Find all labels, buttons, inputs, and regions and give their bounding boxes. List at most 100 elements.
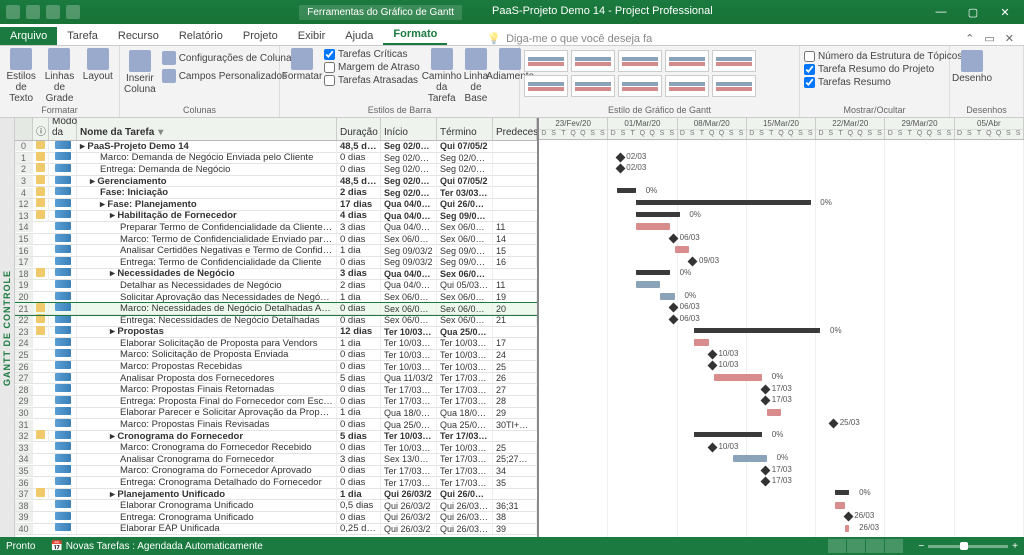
row-name[interactable]: Entrega: Termo de Confidencialidade da C… <box>77 257 337 268</box>
collapse-ribbon-icon[interactable]: ⌃ <box>965 32 974 45</box>
col-name[interactable]: Nome da Tarefa▾ <box>77 118 337 140</box>
row-finish[interactable]: Seg 02/03/20 <box>437 164 493 174</box>
row-name[interactable]: Detalhar as Necessidades de Negócio <box>77 280 337 291</box>
gantt-chart[interactable]: 23/Fev/20DSTQQSS01/Mar/20DSTQQSS08/Mar/2… <box>539 118 1024 537</box>
row-finish[interactable]: Seg 09/03/20 <box>437 257 493 267</box>
row-finish[interactable]: Sex 06/03/20 <box>437 222 493 232</box>
row-start[interactable]: Ter 10/03/20 <box>381 362 437 372</box>
layout-button[interactable]: Layout <box>81 48 115 82</box>
tab-file[interactable]: Arquivo <box>0 27 57 45</box>
gantt-style-option[interactable] <box>712 75 756 97</box>
row-predecessors[interactable]: 25 <box>493 362 537 372</box>
row-predecessors[interactable]: 25;27TT;33 <box>493 454 537 464</box>
text-styles-button[interactable]: Estilos de Texto <box>4 48 38 104</box>
row-duration[interactable]: 0,25 dias <box>337 523 381 534</box>
row-duration[interactable]: 3 dias <box>337 222 381 233</box>
save-icon[interactable] <box>6 5 20 19</box>
row-predecessors[interactable]: 24 <box>493 350 537 360</box>
row-start[interactable]: Qua 04/03/2 <box>381 269 437 279</box>
row-finish[interactable]: Sex 06/03/20 <box>437 269 493 279</box>
summary-bar[interactable] <box>636 212 680 217</box>
row-name[interactable]: Fase: Iniciação <box>77 187 337 198</box>
tab-project[interactable]: Projeto <box>233 27 288 45</box>
critical-tasks-checkbox[interactable]: Tarefas Críticas <box>324 48 420 61</box>
row-duration[interactable]: 12 dias <box>337 326 381 337</box>
row-start[interactable]: Ter 10/03/20 <box>381 443 437 453</box>
maximize-icon[interactable]: ▢ <box>958 2 988 22</box>
table-row[interactable]: 1Marco: Demanda de Negócio Enviada pelo … <box>15 153 537 165</box>
gantt-style-option[interactable] <box>712 50 756 72</box>
row-start[interactable]: Qua 18/03/2 <box>381 408 437 418</box>
row-predecessors[interactable]: 25 <box>493 443 537 453</box>
table-row[interactable]: 21Marco: Necessidades de Negócio Detalha… <box>15 303 537 315</box>
row-name[interactable]: Entrega: Cronograma Unificado <box>77 512 337 523</box>
col-mode[interactable]: Modo da <box>49 118 77 140</box>
row-finish[interactable]: Qui 07/05/2 <box>437 141 493 151</box>
row-predecessors[interactable]: 36;31 <box>493 501 537 511</box>
tab-resource[interactable]: Recurso <box>108 27 169 45</box>
row-name[interactable]: ▸ Cronograma do Fornecedor <box>77 431 337 442</box>
row-start[interactable]: Ter 10/03/20 <box>381 431 437 441</box>
row-name[interactable]: Marco: Propostas Finais Revisadas <box>77 419 337 430</box>
format-button[interactable]: Formatar <box>284 48 320 82</box>
task-bar[interactable] <box>835 502 845 509</box>
table-row[interactable]: 27Analisar Proposta dos Fornecedores5 di… <box>15 373 537 385</box>
table-row[interactable]: 13▸ Habilitação de Fornecedor4 diasQua 0… <box>15 211 537 223</box>
table-row[interactable]: 23▸ Propostas12 diasTer 10/03/20Qua 25/0… <box>15 327 537 339</box>
row-duration[interactable]: 2 dias <box>337 280 381 291</box>
summary-bar[interactable] <box>694 328 820 333</box>
row-start[interactable]: Qua 04/03/2 <box>381 280 437 290</box>
row-finish[interactable]: Qui 26/03/20 <box>437 512 493 522</box>
tab-report[interactable]: Relatório <box>169 27 233 45</box>
row-duration[interactable]: 0 dias <box>337 512 381 523</box>
row-start[interactable]: Sex 06/03/20 <box>381 304 437 314</box>
summary-bar[interactable] <box>694 432 762 437</box>
tab-task[interactable]: Tarefa <box>57 27 108 45</box>
summary-bar[interactable] <box>636 270 670 275</box>
row-duration[interactable]: 4 dias <box>337 210 381 221</box>
task-bar[interactable] <box>845 525 850 532</box>
table-row[interactable]: 38Elaborar Cronograma Unificado0,5 diasQ… <box>15 500 537 512</box>
row-name[interactable]: Elaborar Cronograma Unificado <box>77 500 337 511</box>
row-duration[interactable]: 5 dias <box>337 431 381 442</box>
row-name[interactable]: Marco: Propostas Recebidas <box>77 361 337 372</box>
row-finish[interactable]: Ter 17/03/20 <box>437 454 493 464</box>
row-start[interactable]: Qui 26/03/2 <box>381 501 437 511</box>
row-duration[interactable]: 0 dias <box>337 396 381 407</box>
col-finish[interactable]: Término <box>437 118 493 140</box>
task-bar[interactable] <box>636 223 670 230</box>
task-bar[interactable] <box>733 455 767 462</box>
insert-column-button[interactable]: Inserir Coluna <box>124 50 156 95</box>
baseline-button[interactable]: Linha de Base <box>464 48 488 104</box>
table-row[interactable]: 34Analisar Cronograma do Fornecedor3 dia… <box>15 454 537 466</box>
row-name[interactable]: Elaborar Parecer e Solicitar Aprovação d… <box>77 407 337 418</box>
project-summary-checkbox[interactable]: Tarefa Resumo do Projeto <box>804 63 962 76</box>
summary-bar[interactable] <box>617 188 636 193</box>
row-name[interactable]: Entrega: Necessidades de Negócio Detalha… <box>77 315 337 326</box>
table-row[interactable]: 39Entrega: Cronograma Unificado0 diasQui… <box>15 512 537 524</box>
row-name[interactable]: ▸ PaaS-Projeto Demo 14 <box>77 141 337 152</box>
row-predecessors[interactable]: 38 <box>493 512 537 522</box>
row-start[interactable]: Qua 04/03/2 <box>381 199 437 209</box>
row-start[interactable]: Ter 10/03/20 <box>381 327 437 337</box>
row-finish[interactable]: Ter 17/03/20 <box>437 478 493 488</box>
table-row[interactable]: 4Fase: Iniciação2 diasSeg 02/03/2Ter 03/… <box>15 187 537 199</box>
qat-dropdown-icon[interactable] <box>66 5 80 19</box>
slack-checkbox[interactable]: Margem de Atraso <box>324 61 420 74</box>
row-predecessors[interactable]: 19 <box>493 292 537 302</box>
row-finish[interactable]: Ter 17/03/20 <box>437 431 493 441</box>
row-duration[interactable]: 0 dias <box>337 315 381 326</box>
row-start[interactable]: Sex 13/03/20 <box>381 454 437 464</box>
summary-bar[interactable] <box>636 200 811 205</box>
row-duration[interactable]: 1 dia <box>337 407 381 418</box>
gridlines-button[interactable]: Linhas de Grade <box>42 48 76 104</box>
undo-icon[interactable] <box>26 5 40 19</box>
row-finish[interactable]: Qua 25/03/2 <box>437 327 493 337</box>
row-finish[interactable]: Qua 18/03/20 <box>437 408 493 418</box>
table-row[interactable]: 14Preparar Termo de Confidencialidade da… <box>15 222 537 234</box>
row-predecessors[interactable]: 14 <box>493 234 537 244</box>
row-name[interactable]: ▸ Necessidades de Negócio <box>77 268 337 279</box>
close-subwindow-icon[interactable]: ✕ <box>1005 32 1014 45</box>
row-finish[interactable]: Ter 17/03/20 <box>437 373 493 383</box>
table-row[interactable]: 35Marco: Cronograma do Fornecedor Aprova… <box>15 466 537 478</box>
